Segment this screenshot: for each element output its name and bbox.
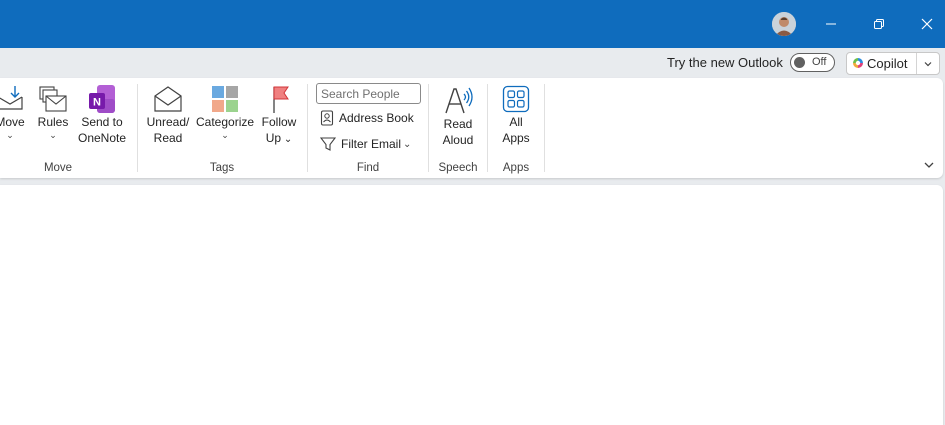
- copilot-dropdown[interactable]: [917, 53, 939, 74]
- group-separator: [307, 84, 308, 172]
- address-book-icon: [320, 110, 334, 126]
- categorize-button[interactable]: Categorize ⌄: [196, 84, 254, 140]
- copilot-label: Copilot: [867, 56, 908, 71]
- search-people-input[interactable]: [316, 83, 421, 104]
- toggle-state-text: Off: [812, 56, 827, 68]
- chevron-down-icon: ⌄: [221, 130, 229, 140]
- unread-label-line2: Read: [153, 131, 183, 145]
- rules-label: Rules: [37, 115, 69, 129]
- move-icon: [0, 86, 23, 110]
- categorize-icon: [212, 86, 238, 112]
- restore-icon: [874, 19, 884, 29]
- all-apps-button[interactable]: All Apps: [494, 84, 538, 146]
- avatar-photo-icon: [772, 12, 796, 36]
- filter-email-label: Filter Email: [341, 137, 402, 151]
- all-apps-label-line1: All: [509, 115, 523, 129]
- unread-label-line1: Unread/: [146, 115, 190, 129]
- ribbon: Move ⌄ Rules ⌄ N Send to OneNote Move Un…: [0, 78, 943, 178]
- all-apps-icon: [502, 85, 530, 113]
- open-envelope-icon: [154, 86, 182, 112]
- followup-label-line2: Up: [265, 131, 282, 145]
- group-separator: [428, 84, 429, 172]
- onenote-icon: N: [89, 85, 115, 113]
- rules-button[interactable]: Rules ⌄: [35, 84, 71, 140]
- all-apps-label-line2: Apps: [502, 131, 530, 145]
- flag-icon: [273, 86, 289, 113]
- follow-up-button[interactable]: Follow Up ⌄: [258, 84, 300, 148]
- minimize-button[interactable]: [808, 0, 854, 48]
- chevron-down-icon: ⌄: [6, 130, 14, 140]
- group-separator: [544, 84, 545, 172]
- svg-text:N: N: [93, 97, 101, 109]
- restore-button[interactable]: [856, 0, 902, 48]
- chevron-down-icon: ⌄: [49, 130, 57, 140]
- unread-read-button[interactable]: Unread/ Read: [144, 84, 192, 146]
- read-aloud-label-line2: Aloud: [442, 133, 474, 147]
- title-bar: [0, 0, 945, 48]
- filter-email-button[interactable]: Filter Email ⌄: [320, 133, 411, 155]
- toggle-knob: [794, 57, 805, 68]
- reading-pane: [0, 185, 943, 425]
- read-aloud-button[interactable]: Read Aloud: [436, 84, 480, 148]
- move-label: Move: [0, 115, 25, 129]
- copilot-button[interactable]: Copilot: [847, 53, 917, 74]
- apps-group-label: Apps: [502, 162, 530, 174]
- close-button[interactable]: [904, 0, 945, 48]
- try-new-outlook-label: Try the new Outlook: [667, 55, 783, 70]
- minimize-icon: [826, 23, 836, 25]
- followup-label-line2-row: Up ⌄: [258, 130, 300, 148]
- read-aloud-icon: [445, 87, 473, 114]
- followup-label-line1: Follow: [261, 115, 297, 129]
- ribbon-display-options-button[interactable]: [920, 156, 938, 174]
- filter-icon: [320, 137, 336, 151]
- address-book-button[interactable]: Address Book: [320, 107, 414, 129]
- chevron-down-icon: ⌄: [403, 138, 412, 150]
- speech-group-label: Speech: [438, 162, 478, 174]
- group-separator: [487, 84, 488, 172]
- read-aloud-label-line1: Read: [443, 117, 473, 131]
- chevron-down-icon: [924, 162, 934, 168]
- categorize-label: Categorize: [196, 115, 255, 129]
- send-to-onenote-button[interactable]: N Send to OneNote: [76, 84, 128, 146]
- onenote-label-line1: Send to: [81, 115, 123, 129]
- onenote-label-line2: OneNote: [77, 131, 127, 145]
- group-separator: [137, 84, 138, 172]
- user-avatar[interactable]: [772, 12, 796, 36]
- new-outlook-toggle[interactable]: Off: [790, 53, 835, 72]
- copilot-button-group: Copilot: [846, 52, 940, 75]
- chevron-down-icon: ⌄: [281, 134, 293, 145]
- move-button[interactable]: Move ⌄: [0, 84, 30, 140]
- rules-icon: [39, 86, 67, 112]
- move-group-label: Move: [43, 162, 73, 174]
- close-icon: [921, 18, 933, 30]
- address-book-label: Address Book: [339, 111, 414, 125]
- tags-group-label: Tags: [209, 162, 235, 174]
- chevron-down-icon: [924, 61, 932, 66]
- find-group-label: Find: [356, 162, 380, 174]
- copilot-icon: [853, 58, 863, 68]
